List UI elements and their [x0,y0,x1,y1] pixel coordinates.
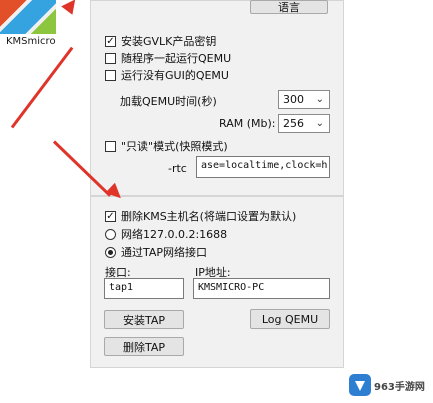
install-gvlk-label: 安装GVLK产品密钥 [121,35,217,48]
via-tap-label: 通过TAP网络接口 [121,246,208,259]
run-without-gui-checkbox[interactable] [105,70,116,81]
readonly-mode-checkbox[interactable] [105,141,116,152]
kmsmicro-app-icon[interactable] [0,0,56,34]
load-qemu-time-label: 加载QEMU时间(秒) [120,95,217,108]
install-gvlk-checkbox[interactable]: ✓ [105,36,116,47]
load-qemu-time-select[interactable]: 300 ⌄ [278,90,330,109]
delete-kms-host-checkbox[interactable]: ✓ [105,211,116,222]
network-loopback-radio[interactable] [105,229,116,240]
language-button[interactable]: 语言 [250,0,328,14]
chevron-down-icon: ⌄ [315,118,324,129]
via-tap-radio[interactable] [105,247,116,258]
watermark-text: 963手游网 [374,382,425,393]
log-qemu-button[interactable]: Log QEMU [250,309,330,329]
kmsmicro-app-label: KMSmicro [6,36,56,47]
ram-select[interactable]: 256 ⌄ [278,114,330,133]
delete-kms-host-label: 删除KMS主机名(将端口设置为默认) [121,210,297,223]
chevron-down-icon: ⌄ [315,94,324,105]
ram-label: RAM (Mb): [219,117,276,130]
rtc-field[interactable]: ase=localtime,clock=h [196,156,330,178]
ram-value: 256 [283,117,304,130]
install-tap-button[interactable]: 安装TAP [104,310,184,329]
ip-field[interactable]: KMSMICRO-PC [193,278,330,299]
interface-field[interactable]: tap1 [104,278,184,299]
load-qemu-time-value: 300 [283,93,304,106]
arrowhead-icon [61,0,81,15]
uninstall-tap-button[interactable]: 删除TAP [104,337,184,356]
run-without-gui-label: 运行没有GUI的QEMU [121,69,229,82]
network-loopback-label: 网络127.0.0.2:1688 [121,228,228,241]
rtc-label: -rtc [168,162,187,175]
run-with-qemu-label: 随程序一起运行QEMU [121,52,232,65]
annotation-arrow-top [10,46,74,129]
readonly-mode-label: "只读"模式(快照模式) [121,140,228,153]
watermark-logo: 963手游网 [347,371,427,399]
run-with-qemu-checkbox[interactable] [105,53,116,64]
